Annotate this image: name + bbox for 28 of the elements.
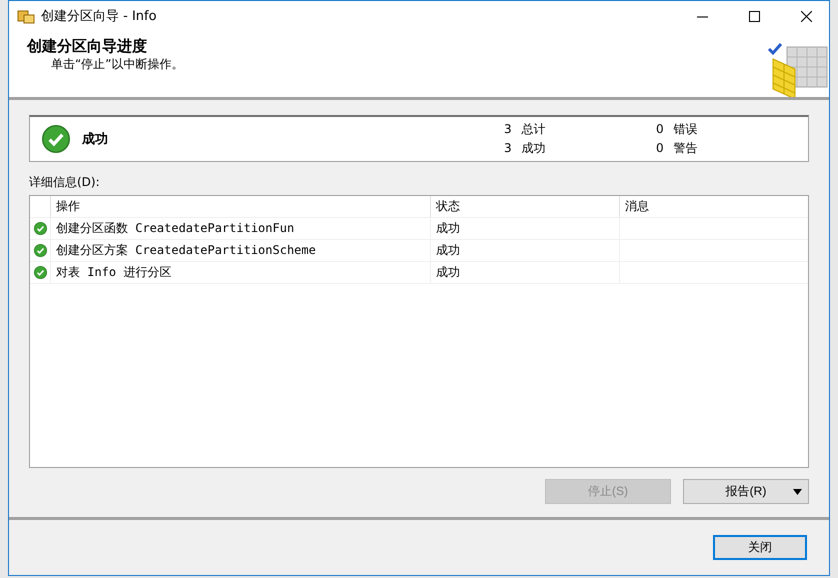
- table-cell: 创建分区函数 CreatedatePartitionFun: [50, 218, 430, 240]
- details-label: 详细信息(D):: [29, 174, 101, 192]
- page-title: 创建分区向导进度: [27, 37, 148, 56]
- success-check-icon: [34, 222, 46, 236]
- close-icon: [800, 10, 812, 22]
- dialog-button[interactable]: 报告(R): [683, 479, 809, 504]
- count-text: 3 成功: [504, 140, 546, 158]
- column-header[interactable]: 消息: [619, 196, 808, 218]
- success-check-icon: [34, 244, 46, 258]
- table-cell: 成功: [430, 262, 619, 284]
- app-icon: [17, 8, 35, 24]
- window-title: 创建分区向导 - Info: [41, 8, 158, 25]
- close-dialog-button[interactable]: 关闭: [713, 535, 807, 560]
- dropdown-caret-icon: [793, 488, 802, 495]
- success-check-icon: [34, 266, 46, 280]
- table-cell: 创建分区方案 CreatedatePartitionScheme: [50, 240, 430, 262]
- column-header[interactable]: 操作: [50, 196, 430, 218]
- table-cell: 对表 Info 进行分区: [50, 262, 430, 284]
- count-text: 3 总计: [504, 121, 546, 138]
- table-cell: 成功: [430, 218, 619, 240]
- column-header[interactable]: 状态: [430, 196, 619, 218]
- status-text: 成功: [82, 131, 109, 148]
- count-text: 0 错误: [656, 121, 698, 138]
- success-check-icon: [42, 125, 70, 154]
- instruction-text: 单击“停止”以中断操作。: [50, 56, 184, 73]
- table-cell: 成功: [430, 240, 619, 262]
- maximize-icon: [748, 10, 760, 22]
- count-text: 0 警告: [656, 140, 698, 158]
